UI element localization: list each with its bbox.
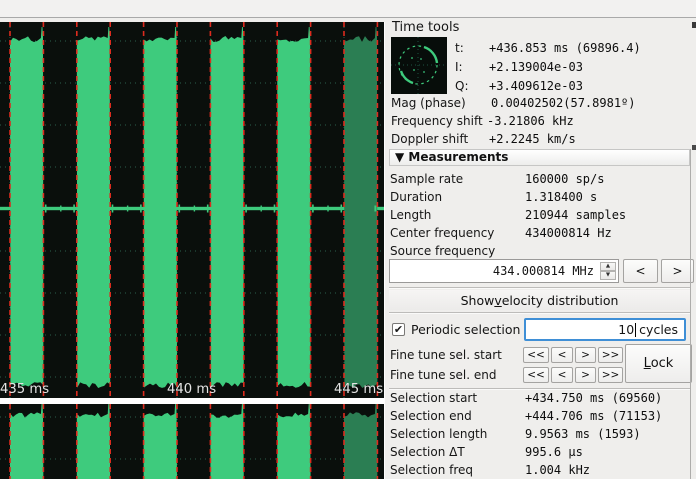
measurements-section-header[interactable]: ▼ Measurements [389,149,690,166]
t-value: +436.853 ms (69896.4) [489,41,641,56]
center-frequency-value: 434000814 Hz [525,226,612,241]
t-label: t: [455,41,464,56]
frequency-spinbox[interactable]: 434.000814 MHz ▲▼ [389,259,619,283]
velocity-btn-accel: v [494,293,501,308]
center-frequency-label: Center frequency [390,226,494,241]
lock-accel: L [644,356,651,371]
periodic-selection-label: Periodic selection [411,322,520,337]
selection-end-label: Selection end [390,409,472,424]
selection-start-label: Selection start [390,391,477,406]
iq-constellation-icon [391,37,447,94]
spin-up-icon[interactable]: ▲ [600,262,616,271]
freq-prev-button[interactable]: < [623,259,658,283]
q-value: +3.409612e-03 [489,79,583,94]
separator [389,287,690,289]
fine-start-fast-fwd-button[interactable]: >> [598,347,623,363]
cycles-value: 10 [618,322,634,337]
fine-end-fast-back-button[interactable]: << [523,367,549,383]
length-value: 210944 samples [525,208,626,223]
frequency-shift-value: -3.21806 kHz [487,114,574,129]
waveform-plot-imag[interactable] [0,404,384,479]
mag-phase-label: Mag (phase) [391,96,466,111]
doppler-shift-value: +2.2245 km/s [489,132,576,147]
window-top-strip [0,0,696,18]
separator [389,312,690,314]
doppler-shift-label: Doppler shift [391,132,468,147]
selection-deltat-value: 995.6 µs [525,445,583,460]
lock-button[interactable]: Lock [625,344,692,383]
cycles-suffix: cycles [639,322,678,337]
spin-down-icon[interactable]: ▼ [600,271,616,280]
fine-start-fwd-button[interactable]: > [575,347,596,363]
frequency-spinner[interactable]: ▲▼ [600,262,616,280]
time-window: 435 ms 440 ms 445 ms Time tools t: +436.85… [0,0,696,479]
periodic-selection-checkbox[interactable]: ✔ [392,323,405,336]
duration-value: 1.318400 s [525,190,597,205]
scroll-arrow-icon[interactable] [692,145,696,150]
selection-end-value: +444.706 ms (71153) [525,409,662,424]
svg-text:435 ms: 435 ms [0,382,49,397]
fine-tune-start-label: Fine tune sel. start [390,348,502,363]
clipped-control-mark [692,22,696,28]
velocity-btn-text2: elocity distribution [502,293,619,308]
duration-label: Duration [390,190,442,205]
selection-freq-value: 1.004 kHz [525,463,590,478]
svg-text:440 ms: 440 ms [167,382,216,397]
mag-phase-value: 0.00402502(57.8981º) [491,96,636,111]
i-value: +2.139004e-03 [489,60,583,75]
selection-length-label: Selection length [390,427,487,442]
selection-deltat-label: Selection ΔT [390,445,465,460]
show-velocity-distribution-button[interactable]: Show velocity distribution [389,290,690,310]
lock-text: ock [651,356,674,371]
length-label: Length [390,208,431,223]
waveform-plot-real[interactable]: 435 ms 440 ms 445 ms [0,22,384,398]
q-label: Q: [455,79,469,94]
fine-start-fast-back-button[interactable]: << [523,347,549,363]
time-tools-title: Time tools [392,20,459,35]
waveform-view[interactable]: 435 ms 440 ms 445 ms [0,22,385,479]
panel-right-divider [690,149,691,479]
selection-length-value: 9.9563 ms (1593) [525,427,641,442]
fine-tune-end-label: Fine tune sel. end [390,368,496,383]
separator [389,388,690,390]
frequency-spinbox-value: 434.000814 MHz [493,264,594,278]
source-frequency-label: Source frequency [390,244,495,259]
velocity-btn-text: Show [461,293,495,308]
sample-rate-value: 160000 sp/s [525,172,604,187]
cycles-input[interactable]: 10 cycles [524,318,686,341]
svg-text:445 ms: 445 ms [334,382,383,397]
text-cursor [635,323,636,337]
fine-start-back-button[interactable]: < [551,347,573,363]
fine-end-back-button[interactable]: < [551,367,573,383]
sample-rate-label: Sample rate [390,172,463,187]
i-label: I: [455,60,463,75]
fine-end-fast-fwd-button[interactable]: >> [598,367,623,383]
fine-end-fwd-button[interactable]: > [575,367,596,383]
selection-freq-label: Selection freq [390,463,473,478]
frequency-shift-label: Frequency shift [391,114,483,129]
selection-start-value: +434.750 ms (69560) [525,391,662,406]
